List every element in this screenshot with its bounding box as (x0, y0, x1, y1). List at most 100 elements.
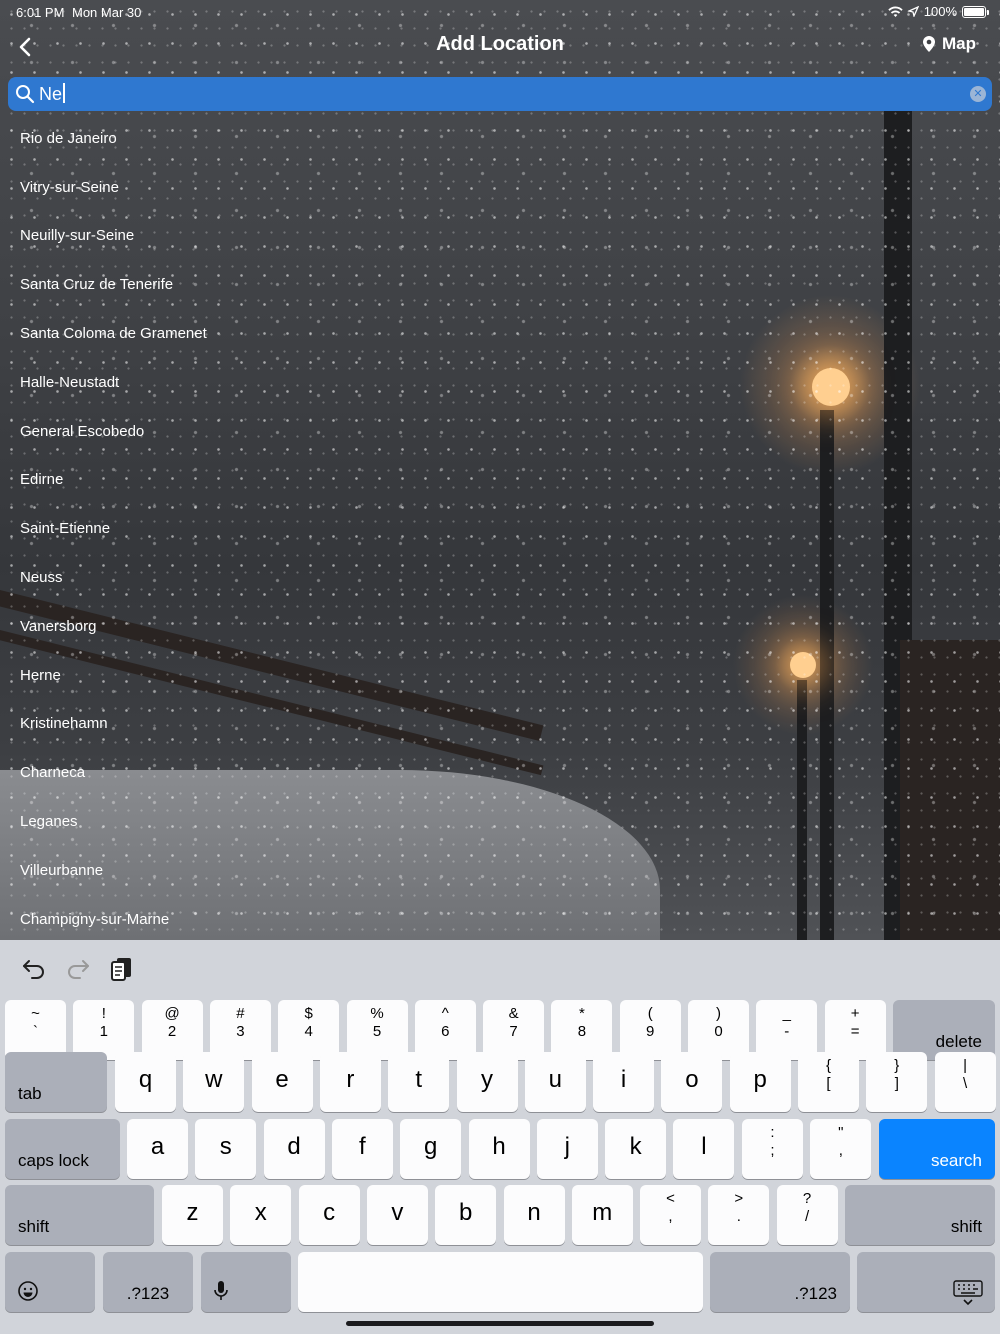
key-number[interactable]: ~ ` (5, 1000, 66, 1060)
search-key[interactable]: search (879, 1119, 995, 1179)
key-symbol[interactable]: }] (866, 1052, 928, 1112)
key-letter[interactable]: m (571, 1185, 633, 1245)
key-label: z (186, 1199, 199, 1226)
key-label: caps lock (18, 1151, 89, 1170)
delete-key[interactable]: delete (893, 1000, 995, 1060)
key-letter[interactable]: g (400, 1119, 462, 1179)
result-item[interactable]: Champigny-sur-Marne (0, 895, 1000, 944)
shift-left-key[interactable]: shift (5, 1185, 154, 1245)
emoji-key[interactable] (5, 1252, 95, 1312)
key-letter[interactable]: v (366, 1185, 428, 1245)
key-number[interactable]: (9 (619, 1000, 681, 1060)
key-letter[interactable]: h (468, 1119, 530, 1179)
result-item[interactable]: Vanersborg (0, 602, 1000, 651)
key-symbol[interactable]: ", (810, 1119, 872, 1179)
numbers-right-key[interactable]: .?123 (710, 1252, 850, 1312)
key-number[interactable]: ^ 6 (414, 1000, 476, 1060)
result-item[interactable]: Neuilly-sur-Seine (0, 212, 1000, 261)
caps-lock-key[interactable]: caps lock (5, 1119, 120, 1179)
result-item[interactable]: Neuss (0, 553, 1000, 602)
key-letter[interactable]: t (388, 1052, 450, 1112)
key-letter[interactable]: p (729, 1052, 791, 1112)
clear-search-button[interactable]: ✕ (970, 86, 986, 102)
undo-button[interactable] (20, 954, 48, 982)
page-title: Add Location (436, 33, 564, 55)
result-item[interactable]: Santa Cruz de Tenerife (0, 260, 1000, 309)
location-arrow-icon (907, 6, 919, 17)
key-number[interactable]: + = (824, 1000, 886, 1060)
result-item[interactable]: Saint-Etienne (0, 504, 1000, 553)
dictation-key[interactable] (201, 1252, 291, 1312)
key-shift-char: $ (304, 1005, 313, 1022)
key-number[interactable]: * 8 (551, 1000, 613, 1060)
key-letter[interactable]: x (230, 1185, 292, 1245)
key-letter[interactable]: n (503, 1185, 565, 1245)
key-letter[interactable]: b (435, 1185, 497, 1245)
key-number[interactable]: % 5 (346, 1000, 408, 1060)
key-label: r (346, 1066, 355, 1093)
key-shift-char: ^ (441, 1005, 449, 1022)
key-symbol[interactable]: {[ (798, 1052, 859, 1112)
search-input[interactable]: Ne (39, 83, 66, 105)
result-item[interactable]: Halle-Neustadt (0, 358, 1000, 407)
key-symbol[interactable]: | \ (934, 1052, 996, 1112)
key-letter[interactable]: j (536, 1119, 598, 1179)
key-letter[interactable]: r (319, 1052, 381, 1112)
result-item[interactable]: Kristinehamn (0, 700, 1000, 749)
key-letter[interactable]: o (661, 1052, 723, 1112)
space-key[interactable] (298, 1252, 703, 1312)
key-letter[interactable]: s (195, 1119, 257, 1179)
hide-keyboard-key[interactable] (857, 1252, 995, 1312)
shift-right-key[interactable]: shift (845, 1185, 995, 1245)
key-label: shift (950, 1217, 982, 1236)
key-letter[interactable]: f (331, 1119, 393, 1179)
wifi-icon (888, 6, 903, 17)
result-item[interactable]: Charneca (0, 748, 1000, 797)
key-number[interactable]: $4 (278, 1000, 340, 1060)
numbers-left-key[interactable]: .?123 (103, 1252, 193, 1312)
key-number[interactable]: & 7 (483, 1000, 545, 1060)
key-char: 8 (577, 1023, 587, 1040)
key-char: 4 (304, 1023, 313, 1040)
redo-button[interactable] (64, 954, 92, 982)
key-letter[interactable]: i (593, 1052, 655, 1112)
key-number[interactable]: ) 0 (688, 1000, 749, 1060)
key-symbol[interactable]: ? / (776, 1185, 838, 1245)
key-letter[interactable]: e (251, 1052, 313, 1112)
key-letter[interactable]: q (115, 1052, 176, 1112)
result-item[interactable]: Villeurbanne (0, 846, 1000, 895)
result-item[interactable]: Leganes (0, 797, 1000, 846)
key-letter[interactable]: l (673, 1119, 735, 1179)
key-label: t (415, 1066, 423, 1093)
key-number[interactable]: ! 1 (73, 1000, 135, 1060)
key-shift-char: < (666, 1190, 675, 1207)
key-letter[interactable]: k (605, 1119, 667, 1179)
key-label: y (481, 1066, 493, 1093)
battery-percent: 100% (923, 4, 957, 19)
key-letter[interactable]: w (183, 1052, 245, 1112)
key-number[interactable]: #3 (209, 1000, 271, 1060)
key-number[interactable]: _ - (756, 1000, 818, 1060)
result-item[interactable]: Herne (0, 651, 1000, 700)
map-label: Map (942, 34, 976, 53)
paste-button[interactable] (108, 954, 136, 982)
key-number[interactable]: @2 (141, 1000, 203, 1060)
key-letter[interactable]: z (162, 1185, 223, 1245)
key-letter[interactable]: y (456, 1052, 518, 1112)
search-field[interactable]: Ne ✕ (8, 77, 992, 111)
map-button[interactable]: Map (922, 34, 976, 54)
tab-key[interactable]: tab (5, 1052, 107, 1112)
result-item[interactable]: Edirne (0, 456, 1000, 505)
result-item[interactable]: Rio de Janeiro (0, 114, 1000, 163)
key-letter[interactable]: a (127, 1119, 188, 1179)
key-symbol[interactable]: :; (742, 1119, 803, 1179)
key-symbol[interactable]: <, (640, 1185, 701, 1245)
key-label: c (323, 1199, 336, 1226)
key-letter[interactable]: c (298, 1185, 360, 1245)
result-item[interactable]: General Escobedo (0, 407, 1000, 456)
result-item[interactable]: Santa Coloma de Gramenet (0, 309, 1000, 358)
key-letter[interactable]: u (524, 1052, 586, 1112)
key-symbol[interactable]: >. (708, 1185, 770, 1245)
result-item[interactable]: Vitry-sur-Seine (0, 163, 1000, 212)
key-letter[interactable]: d (263, 1119, 325, 1179)
